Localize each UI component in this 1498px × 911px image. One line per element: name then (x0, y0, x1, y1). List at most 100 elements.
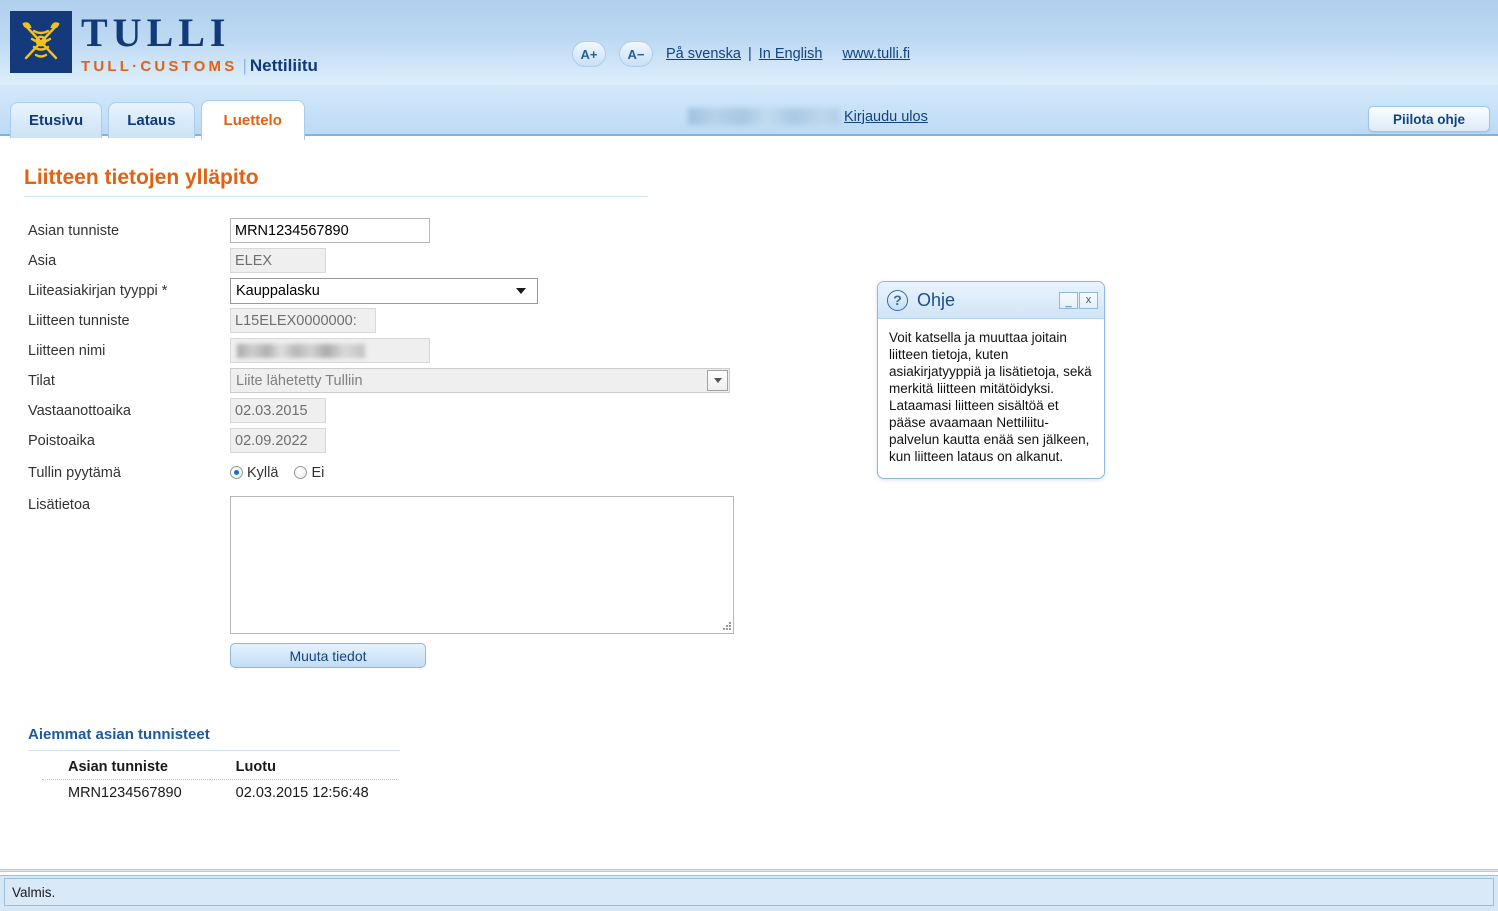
brand-logo[interactable]: TULLI TULL·CUSTOMS | Nettiliitu (10, 11, 318, 76)
label-asian-tunniste: Asian tunniste (28, 222, 120, 239)
tab-luettelo[interactable]: Luettelo (200, 100, 305, 140)
tab-etusivu[interactable]: Etusivu (10, 102, 103, 138)
table-row: MRN1234567890 02.03.2015 12:56:48 (42, 780, 397, 806)
cell-luotu: 02.03.2015 12:56:48 (235, 785, 369, 801)
form-row-asia: Asia (28, 246, 748, 275)
control-liitteen-tunniste (230, 308, 748, 333)
liitteen-nimi-input (230, 338, 430, 363)
brand-subtitle-row: TULL·CUSTOMS | Nettiliitu (81, 56, 318, 76)
lisatietoa-textarea-wrapper (230, 496, 734, 634)
language-separator: | (747, 46, 752, 62)
label-asia: Asia (28, 252, 57, 269)
label-vastaanottoaika: Vastaanottoaika (28, 402, 131, 419)
redacted-value-mask (237, 344, 365, 358)
muuta-tiedot-button[interactable]: Muuta tiedot (230, 643, 426, 668)
radio-option-kylla[interactable]: Kyllä (230, 465, 278, 481)
tilat-select: Liite lähetetty Tulliin (230, 368, 730, 393)
brand-divider: | (242, 56, 247, 75)
language-link-english[interactable]: In English (759, 46, 823, 62)
radio-icon-kylla[interactable] (230, 466, 243, 479)
form-row-liitteen-nimi: Liitteen nimi (28, 336, 748, 365)
column-header-luotu: Luotu (209, 756, 397, 780)
brand-tull-customs-text: TULL·CUSTOMS (81, 58, 238, 75)
previous-identifiers-divider (28, 750, 400, 751)
form-row-lisatietoa: Lisätietoa Muuta tiedot (28, 496, 748, 668)
header-inner: TULLI TULL·CUSTOMS | Nettiliitu A+ A− På… (0, 0, 960, 86)
control-asia (230, 248, 748, 273)
poistoaika-input (230, 428, 326, 453)
control-tullin-pyytama: Kyllä Ei (230, 465, 748, 481)
control-tilat: Liite lähetetty Tulliin (230, 368, 748, 393)
previous-identifiers-table: Asian tunniste Luotu MRN1234567890 02.03… (42, 756, 397, 805)
label-liitteen-tunniste: Liitteen tunniste (28, 312, 130, 329)
brand-tulli-text: TULLI (81, 10, 231, 55)
liitteen-tunniste-input (230, 308, 376, 333)
hide-help-button-label: Piilota ohje (1392, 111, 1465, 127)
column-header-asian-tunniste: Asian tunniste (42, 756, 210, 780)
site-header: TULLI TULL·CUSTOMS | Nettiliitu A+ A− På… (0, 0, 1498, 86)
font-increase-button[interactable]: A+ (572, 41, 606, 67)
tilat-dropdown-button (707, 370, 728, 391)
label-tullin-pyytama: Tullin pyytämä (28, 464, 121, 481)
user-session-area: Kirjaudu ulos (688, 108, 928, 125)
vastaanottoaika-input (230, 398, 326, 423)
previous-identifiers-title: Aiemmat asian tunnisteet (28, 726, 210, 743)
form-row-tullin-pyytama: Tullin pyytämä Kyllä Ei (28, 458, 748, 487)
control-liiteasiakirjan-tyyppi: Kauppalasku (230, 277, 748, 304)
lisatietoa-textarea[interactable] (230, 496, 734, 634)
status-bar-inset: Valmis. (4, 878, 1494, 906)
hide-help-button[interactable]: Piilota ohje (1368, 106, 1490, 132)
help-close-button[interactable]: x (1079, 291, 1098, 309)
header-tools: A+ A− På svenska | In English www.tulli.… (572, 41, 910, 67)
control-liitteen-nimi (230, 338, 748, 363)
radio-option-ei[interactable]: Ei (294, 465, 324, 481)
chevron-down-icon (516, 287, 526, 294)
form-row-liiteasiakirjan-tyyppi: Liiteasiakirjan tyyppi * Kauppalasku (28, 276, 748, 305)
liiteasiakirjan-tyyppi-select[interactable]: Kauppalasku (230, 277, 538, 304)
table-body: MRN1234567890 02.03.2015 12:56:48 (42, 780, 397, 806)
control-vastaanottoaika (230, 398, 748, 423)
status-text: Valmis. (12, 884, 56, 900)
form-row-poistoaika: Poistoaika (28, 426, 748, 455)
tab-lataus[interactable]: Lataus (108, 102, 195, 138)
table-head: Asian tunniste Luotu (42, 756, 397, 780)
status-bar-separator (0, 869, 1498, 872)
label-liiteasiakirjan-tyyppi: Liiteasiakirjan tyyppi * (28, 282, 168, 299)
language-link-swedish[interactable]: På svenska (666, 46, 741, 62)
external-site-link[interactable]: www.tulli.fi (842, 46, 910, 62)
label-tilat: Tilat (28, 372, 55, 389)
muuta-tiedot-button-label: Muuta tiedot (289, 647, 367, 664)
control-asian-tunniste (230, 218, 748, 243)
cell-asian-tunniste: MRN1234567890 (68, 785, 182, 801)
label-poistoaika: Poistoaika (28, 432, 95, 449)
question-mark-icon: ? (887, 289, 908, 311)
previous-identifiers-section: Aiemmat asian tunnisteet Asian tunniste … (28, 726, 428, 805)
tullin-pyytama-radio-group: Kyllä Ei (230, 465, 324, 481)
asian-tunniste-input[interactable] (230, 218, 430, 243)
tab-bar: Etusivu Lataus Luettelo Kirjaudu ulos Pi… (0, 86, 1498, 140)
help-minimize-button[interactable]: _ (1059, 291, 1078, 309)
label-liitteen-nimi: Liitteen nimi (28, 342, 106, 359)
tab-luettelo-label: Luettelo (223, 112, 282, 129)
radio-label-kylla: Kyllä (247, 464, 279, 481)
help-window-title: Ohje (917, 289, 956, 310)
form-row-liitteen-tunniste: Liitteen tunniste (28, 306, 748, 335)
radio-icon-ei[interactable] (294, 466, 308, 479)
application-page: TULLI TULL·CUSTOMS | Nettiliitu A+ A− På… (0, 0, 1498, 911)
control-lisatietoa: Muuta tiedot (230, 496, 748, 668)
radio-label-ei: Ei (311, 464, 325, 481)
app-name-label: Nettiliitu (249, 56, 318, 75)
form-row-vastaanottoaika: Vastaanottoaika (28, 396, 748, 425)
help-window: ? Ohje _ x Voit katsella ja muuttaa joit… (877, 281, 1105, 479)
control-poistoaika (230, 428, 748, 453)
main-content: Liitteen tietojen ylläpito Asian tunnist… (0, 138, 1498, 869)
asia-input (230, 248, 326, 273)
form-row-asian-tunniste: Asian tunniste (28, 216, 748, 245)
attachment-details-form: Asian tunniste Asia Liiteasiakirjan tyyp… (28, 216, 748, 669)
font-decrease-button[interactable]: A− (619, 41, 653, 67)
help-window-body: Voit katsella ja muuttaa joitain liittee… (889, 330, 1092, 464)
help-window-titlebar[interactable]: ? Ohje _ x (878, 282, 1104, 319)
brand-wordmark: TULLI TULL·CUSTOMS | Nettiliitu (81, 11, 318, 76)
logout-link[interactable]: Kirjaudu ulos (844, 109, 928, 125)
label-lisatietoa: Lisätietoa (28, 497, 91, 513)
